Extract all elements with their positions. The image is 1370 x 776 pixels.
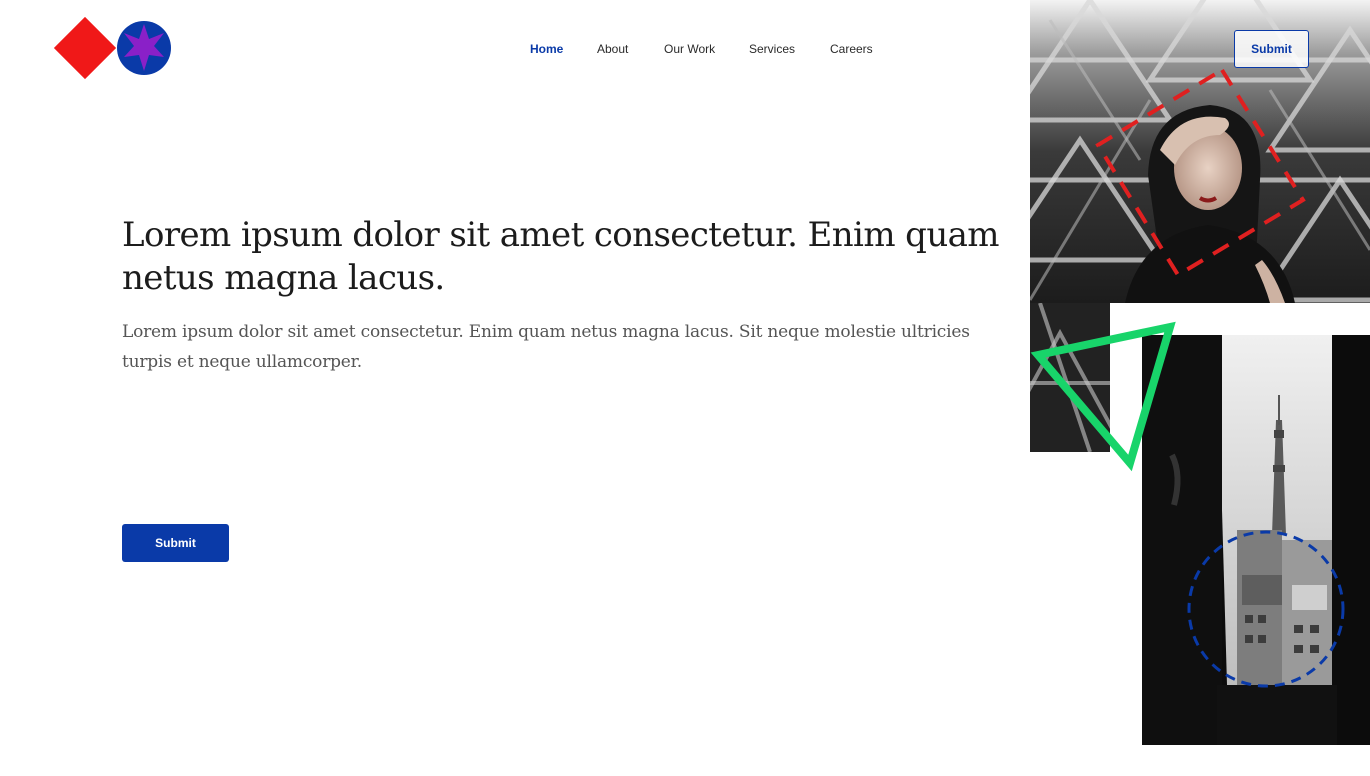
woman-portrait-photo-strip	[1030, 303, 1110, 452]
hero-submit-button[interactable]: Submit	[122, 524, 229, 562]
hero-title: Lorem ipsum dolor sit amet consectetur. …	[122, 215, 1000, 298]
nav-home[interactable]: Home	[530, 42, 563, 56]
nav-about[interactable]: About	[597, 42, 628, 56]
header-submit-button[interactable]: Submit	[1234, 30, 1309, 68]
nav-services[interactable]: Services	[749, 42, 795, 56]
woman-portrait-photo	[1030, 0, 1370, 303]
nav-careers[interactable]: Careers	[830, 42, 873, 56]
city-tower-photo	[1142, 335, 1370, 745]
hero-subtitle: Lorem ipsum dolor sit amet consectetur. …	[122, 322, 970, 372]
nav-our-work[interactable]: Our Work	[664, 42, 715, 56]
